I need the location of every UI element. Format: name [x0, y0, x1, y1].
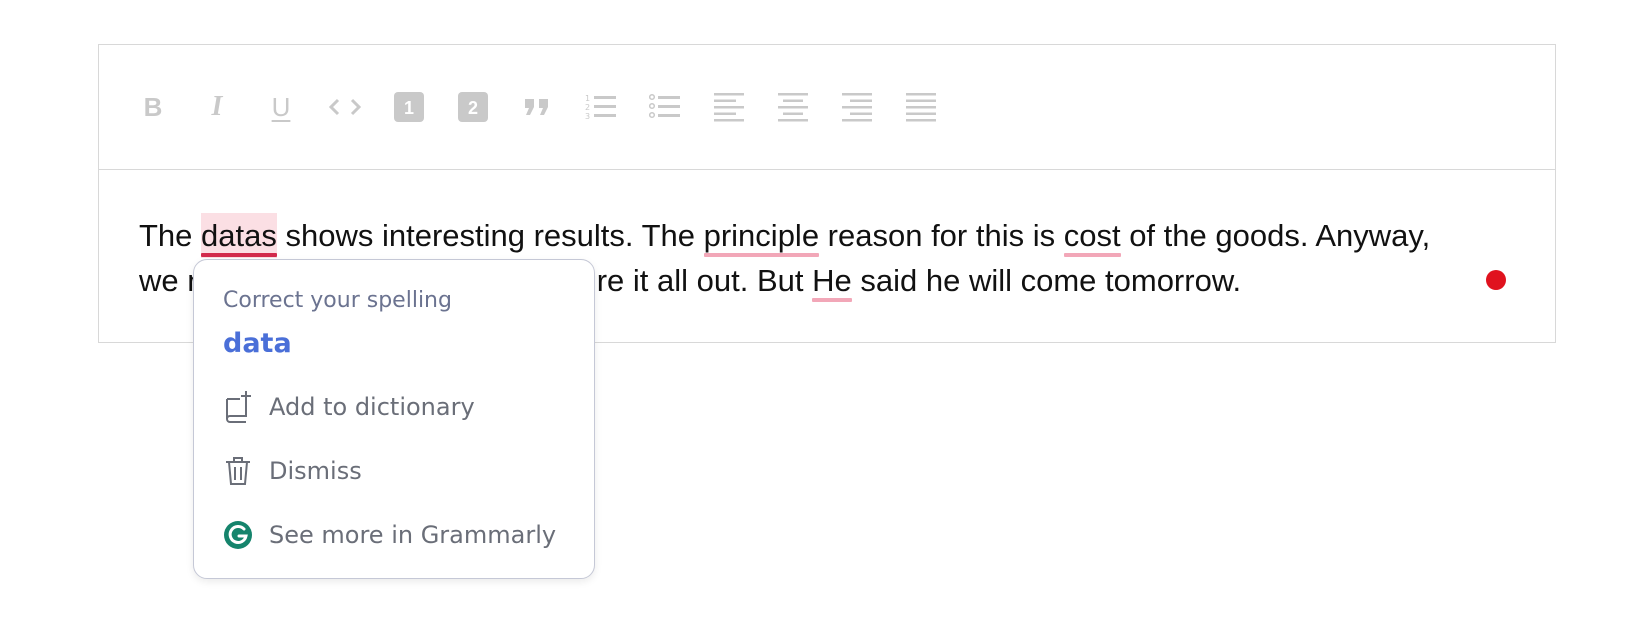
bullet-list-button[interactable]	[647, 89, 683, 125]
see-more-in-grammarly-label: See more in Grammarly	[269, 521, 557, 549]
add-to-dictionary-icon	[223, 390, 253, 424]
align-left-icon	[714, 93, 744, 122]
svg-text:3: 3	[585, 112, 590, 121]
grammar-error-principle[interactable]: principle	[703, 213, 820, 258]
bullet-list-icon	[649, 93, 680, 119]
text-run: said he will come tomorrow.	[851, 263, 1242, 298]
editor-toolbar: B I U 1 2 123	[99, 45, 1555, 170]
svg-text:2: 2	[585, 103, 590, 112]
bold-button[interactable]: B	[135, 89, 171, 125]
trash-icon	[223, 454, 253, 488]
underline-button[interactable]: U	[263, 89, 299, 125]
ordered-list-icon: 123	[585, 94, 616, 121]
dismiss-button[interactable]: Dismiss	[223, 451, 573, 491]
italic-button[interactable]: I	[199, 89, 235, 125]
text-run: shows interesting results. The	[276, 218, 704, 253]
italic-icon: I	[211, 91, 223, 122]
spelling-suggestion-popup: Correct your spelling data Add to dictio…	[193, 259, 595, 579]
grammarly-logo-icon	[223, 518, 253, 552]
svg-text:1: 1	[404, 98, 414, 118]
blockquote-button[interactable]	[519, 89, 555, 125]
text-run: of the goods. Anyway,	[1120, 218, 1431, 253]
text-run: ure it all out. But	[579, 263, 813, 298]
align-right-button[interactable]	[839, 89, 875, 125]
code-icon	[329, 98, 361, 116]
align-justify-button[interactable]	[903, 89, 939, 125]
grammar-error-he[interactable]: He	[812, 258, 852, 303]
svg-text:1: 1	[585, 94, 590, 103]
grammar-error-cost[interactable]: cost	[1063, 213, 1121, 258]
align-justify-icon	[906, 93, 936, 122]
dismiss-label: Dismiss	[269, 457, 362, 485]
add-to-dictionary-button[interactable]: Add to dictionary	[223, 387, 573, 427]
align-center-button[interactable]	[775, 89, 811, 125]
text-run: The	[139, 218, 202, 253]
svg-text:2: 2	[468, 98, 478, 118]
bold-icon: B	[143, 91, 163, 122]
ordered-list-button[interactable]: 123	[583, 89, 619, 125]
quote-icon	[525, 99, 548, 115]
align-left-button[interactable]	[711, 89, 747, 125]
heading-1-button[interactable]: 1	[391, 89, 427, 125]
grammarly-status-dot-icon[interactable]	[1486, 270, 1506, 290]
text-line: The datas shows interesting results. The…	[139, 213, 1529, 258]
add-to-dictionary-label: Add to dictionary	[269, 393, 475, 421]
code-button[interactable]	[327, 89, 363, 125]
suggestion-data-button[interactable]: data	[223, 328, 292, 359]
align-center-icon	[778, 93, 808, 122]
heading-2-button[interactable]: 2	[455, 89, 491, 125]
spelling-error-datas[interactable]: datas	[201, 213, 277, 258]
heading-2-icon: 2	[458, 92, 488, 122]
text-run: reason for this is	[819, 218, 1064, 253]
heading-1-icon: 1	[394, 92, 424, 122]
underline-icon: U	[271, 91, 291, 122]
popup-heading: Correct your spelling	[223, 288, 452, 313]
align-right-icon	[842, 93, 872, 122]
see-more-in-grammarly-button[interactable]: See more in Grammarly	[223, 515, 573, 555]
